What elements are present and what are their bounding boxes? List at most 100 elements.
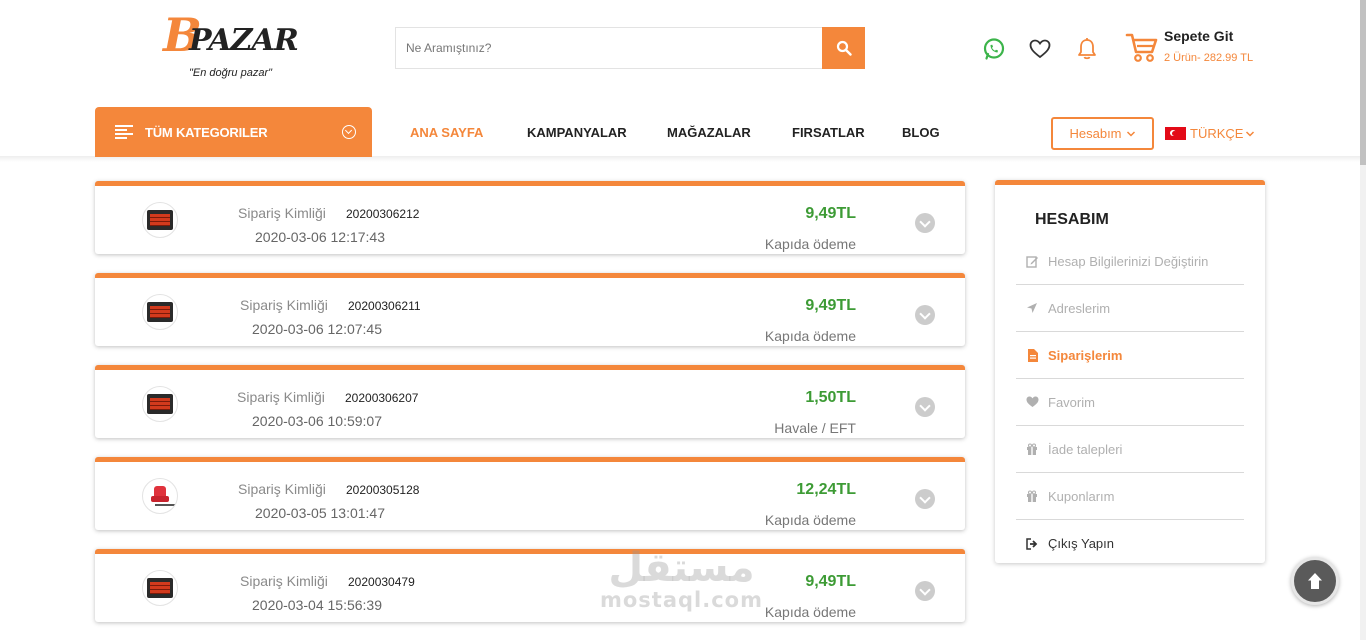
nav-stores[interactable]: MAĞAZALAR [667,125,751,140]
order-date: 2020-03-06 12:17:43 [255,229,385,245]
watermark: مستقل mostaql.com [600,548,763,611]
order-date: 2020-03-06 12:07:45 [252,321,382,337]
language-label: TÜRKÇE [1190,126,1244,141]
sidebar-item-returns[interactable]: İade talepleri [1016,426,1244,473]
scrollbar-thumb[interactable] [1360,0,1366,165]
payment-method: Kapıda ödeme [764,328,856,344]
order-card[interactable]: Sipariş Kimliği 20200305128 2020-03-05 1… [95,457,965,530]
order-card[interactable]: Sipariş Kimliği 20200306207 2020-03-06 1… [95,365,965,438]
order-id: 20200305128 [346,483,420,497]
nav-campaigns[interactable]: KAMPANYALAR [527,125,627,140]
payment-method: Havale / EFT [774,420,856,436]
page-scrollbar[interactable] [1360,0,1366,640]
expand-chevron-icon[interactable] [915,581,935,601]
order-price: 9,49TL [805,573,856,590]
payment-method: Kapıda ödeme [764,236,856,252]
order-id-label: Sipariş Kimliği [237,389,325,405]
document-icon [1025,348,1039,362]
account-dropdown[interactable]: Hesabım [1051,117,1154,150]
all-categories-button[interactable]: TÜM KATEGORILER [95,107,372,157]
gift-icon [1025,442,1039,456]
order-card[interactable]: Sipariş Kimliği 20200306211 2020-03-06 1… [95,273,965,346]
nav-home[interactable]: ANA SAYFA [410,125,483,140]
search-icon [836,40,852,56]
payment-method: Kapıda ödeme [764,512,856,528]
nav-deals[interactable]: FIRSATLAR [792,125,865,140]
product-thumbnail [142,478,178,514]
menu-icon [115,125,133,139]
order-id-label: Sipariş Kimliği [240,573,328,589]
order-id-label: Sipariş Kimliği [238,481,326,497]
product-thumbnail [142,386,178,422]
sidebar-item-coupons[interactable]: Kuponlarım [1016,473,1244,520]
order-id-label: Sipariş Kimliği [240,297,328,313]
sidebar-item-addresses[interactable]: Adreslerim [1016,285,1244,332]
order-card[interactable]: Sipariş Kimliği 2020030479 2020-03-04 15… [95,549,965,622]
expand-chevron-icon[interactable] [915,213,935,233]
turkey-flag-icon [1165,127,1186,140]
sidebar-item-label: Siparişlerim [1048,347,1123,363]
cart-link[interactable]: Sepete Git [1164,28,1233,44]
favorites-button[interactable] [1027,36,1053,62]
sign-out-icon [1025,537,1039,551]
product-thumbnail [142,202,178,238]
order-id: 2020030479 [348,575,415,589]
account-sidebar: HESABIM Hesap Bilgilerinizi Değiştirin A… [995,180,1265,563]
notifications-button[interactable] [1074,36,1100,62]
location-arrow-icon [1025,301,1039,315]
account-label: Hesabım [1069,126,1122,141]
sidebar-item-favorites[interactable]: Favorim [1016,379,1244,426]
order-price: 1,50TL [805,389,856,406]
product-thumbnail [142,570,178,606]
sidebar-item-edit-account[interactable]: Hesap Bilgilerinizi Değiştirin [1016,238,1244,285]
cart-icon [1125,33,1158,62]
arrow-up-icon [1308,573,1322,589]
order-date: 2020-03-06 10:59:07 [252,413,382,429]
sidebar-item-orders[interactable]: Siparişlerim [1016,332,1244,379]
whatsapp-button[interactable] [981,36,1007,62]
expand-chevron-icon[interactable] [915,397,935,417]
edit-icon [1025,254,1039,268]
payment-method: Kapıda ödeme [764,604,856,620]
search-button[interactable] [822,27,865,69]
sidebar-item-label: Favorim [1048,394,1095,410]
scroll-to-top-button[interactable] [1291,557,1339,605]
nav-blog[interactable]: BLOG [902,125,940,140]
search-bar [395,27,865,69]
order-date: 2020-03-05 13:01:47 [255,505,385,521]
heater-icon [147,578,173,598]
sidebar-title: HESABIM [1035,211,1109,228]
sidebar-item-logout[interactable]: Çıkış Yapın [1016,520,1244,567]
cart-summary: 2 Ürün- 282.99 TL [1164,52,1254,64]
cart-button[interactable] [1125,30,1159,64]
brand-logo[interactable]: B PAZAR "En doğru pazar" [163,12,303,84]
sidebar-item-label: Adreslerim [1048,300,1111,316]
order-date: 2020-03-04 15:56:39 [252,597,382,613]
whatsapp-icon [983,38,1005,60]
sidebar-item-label: Hesap Bilgilerinizi Değiştirin [1048,253,1209,269]
order-id: 20200306211 [348,299,421,313]
expand-chevron-icon[interactable] [915,305,935,325]
search-input[interactable] [395,27,822,69]
watermark-latin: mostaql.com [600,588,763,612]
logo-text: PAZAR [189,23,299,58]
language-selector[interactable]: TÜRKÇE [1165,126,1255,141]
bell-icon [1078,38,1096,60]
chevron-down-icon [1246,130,1255,137]
product-thumbnail [142,294,178,330]
order-card[interactable]: Sipariş Kimliği 20200306212 2020-03-06 1… [95,181,965,254]
expand-chevron-icon[interactable] [915,489,935,509]
sidebar-item-label: Çıkış Yapın [1048,536,1114,551]
order-id: 20200306207 [345,391,419,405]
logo-tagline: "En doğru pazar" [189,67,273,79]
sidebar-item-label: İade talepleri [1048,441,1123,457]
order-id-label: Sipariş Kimliği [238,205,326,221]
heater-icon [147,394,173,414]
order-price: 9,49TL [805,297,856,314]
order-id: 20200306212 [346,207,420,221]
heart-icon [1025,395,1039,409]
gift-icon [1025,489,1039,503]
order-price: 12,24TL [796,481,856,498]
order-price: 9,49TL [805,205,856,222]
all-categories-label: TÜM KATEGORILER [145,124,268,140]
